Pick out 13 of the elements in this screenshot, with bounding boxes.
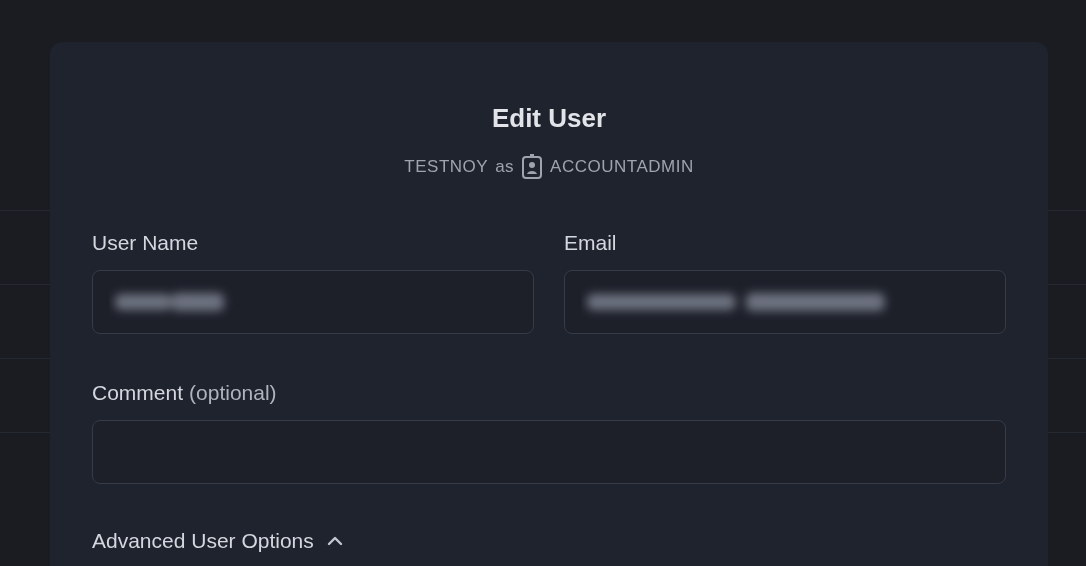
badge-icon — [521, 154, 544, 180]
input-field[interactable] — [564, 270, 1006, 334]
field-hint: (optional) — [189, 380, 277, 406]
field-label: Comment — [92, 380, 184, 406]
user-name: TESTNOY — [404, 156, 489, 178]
connector-text: as — [495, 156, 515, 178]
advanced-options-toggle[interactable]: Advanced User Options — [92, 528, 344, 554]
field-label: Email — [564, 230, 617, 256]
dialog-title: Edit User — [490, 102, 608, 134]
input-field[interactable] — [92, 270, 534, 334]
field-label: User Name — [92, 230, 199, 256]
role-name: ACCOUNTADMIN — [550, 156, 694, 178]
input-field[interactable] — [92, 420, 1006, 484]
